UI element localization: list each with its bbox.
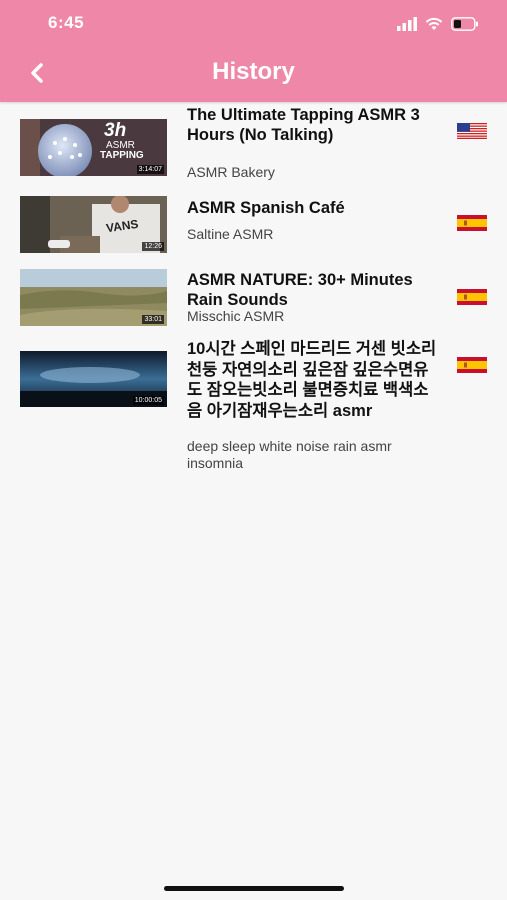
video-channel: Saltine ASMR (187, 226, 274, 242)
list-item[interactable]: 33:01 ASMR NATURE: 30+ Minutes Rain Soun… (0, 269, 507, 331)
list-item[interactable]: VANS 12:26 ASMR Spanish Café Saltine ASM… (0, 196, 507, 258)
spain-flag-icon (457, 215, 487, 231)
thumbnail-caption-hours: 3h (104, 120, 127, 141)
video-thumbnail[interactable]: 3h ASMR TAPPING 3:14:07 (20, 119, 167, 176)
list-item[interactable]: 10:00:05 10시간 스페인 마드리드 거센 빗소리 천둥 자연의소리 깊… (0, 339, 507, 479)
video-duration: 10:00:05 (132, 396, 164, 405)
wifi-icon (425, 17, 443, 30)
video-channel: Misschic ASMR (187, 308, 285, 324)
spain-flag-icon (457, 289, 487, 305)
battery-icon (451, 17, 478, 31)
video-thumbnail[interactable]: 10:00:05 (20, 351, 167, 407)
app-header: 6:45 History (0, 0, 507, 102)
page-title: History (212, 58, 295, 85)
signal-icon (397, 17, 417, 31)
spain-flag-icon (457, 357, 487, 373)
video-title: ASMR Spanish Café (187, 199, 345, 217)
video-thumbnail[interactable]: VANS 12:26 (20, 196, 167, 253)
video-title: ASMR NATURE: 30+ Minutes Rain Sounds (187, 271, 413, 309)
status-time: 6:45 (48, 13, 85, 32)
list-item[interactable]: 3h ASMR TAPPING 3:14:07 The Ultimate Tap… (0, 102, 507, 184)
video-channel: deep sleep white noise rain asmr insomni… (187, 438, 392, 471)
video-thumbnail[interactable]: 33:01 (20, 269, 167, 326)
video-duration: 12:26 (142, 242, 164, 251)
video-duration: 33:01 (142, 315, 164, 324)
video-title: The Ultimate Tapping ASMR 3 Hours (No Ta… (187, 106, 420, 144)
status-icons (397, 14, 479, 34)
us-flag-icon (457, 123, 487, 139)
video-channel: ASMR Bakery (187, 164, 275, 180)
thumbnail-caption-tapping: TAPPING (100, 150, 144, 161)
home-indicator (164, 886, 344, 891)
video-title: 10시간 스페인 마드리드 거센 빗소리 천둥 자연의소리 깊은잠 깊은수면유도… (187, 340, 437, 420)
video-duration: 3:14:07 (136, 165, 164, 174)
